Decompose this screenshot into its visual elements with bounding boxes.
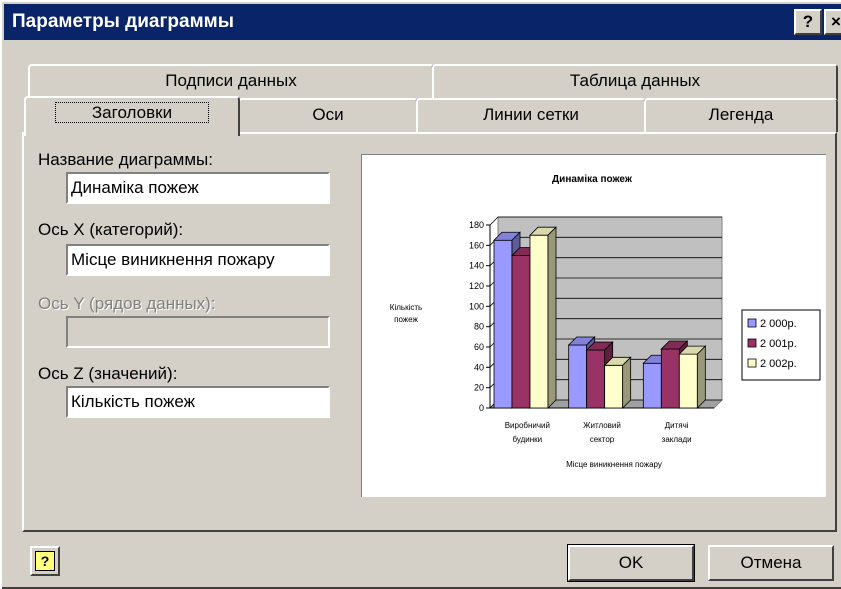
- bar-side: [622, 356, 632, 409]
- chart-preview: Динаміка пожеж 0 20 40 60 80 100 120 140 160 180 Кі…: [361, 154, 826, 497]
- tab-label: Оси: [312, 105, 344, 124]
- bar-side: [696, 345, 706, 409]
- bar: [511, 255, 531, 409]
- tab-gridlines[interactable]: Линии сетки: [416, 98, 646, 132]
- bar: [678, 353, 698, 409]
- y-tick-label: 160: [469, 240, 484, 250]
- tab-titles[interactable]: Заголовки: [24, 96, 240, 136]
- y-tick-label: 120: [469, 281, 484, 291]
- x-axis-label: Місце виникнення пожару: [566, 460, 662, 469]
- chart-title-label: Название диаграммы:: [38, 150, 213, 169]
- legend-swatch: [747, 338, 757, 348]
- y-tick-label: 20: [474, 383, 484, 393]
- legend-label: 2 001р.: [760, 338, 797, 350]
- legend-label: 2 002р.: [760, 358, 797, 370]
- x-axis-label: Ось X (категорий):: [38, 220, 184, 239]
- context-help-button[interactable]: ?: [30, 546, 60, 576]
- y-axis-label: Ось Y (рядов данных):: [38, 294, 216, 313]
- bar: [586, 349, 606, 409]
- bar: [642, 362, 662, 409]
- x-tick-label: Виробничий: [505, 421, 550, 430]
- tab-label: Заголовки: [54, 102, 210, 123]
- y-tick-label: 140: [469, 261, 484, 271]
- tab-legend[interactable]: Легенда: [644, 98, 838, 132]
- cancel-button[interactable]: Отмена: [708, 545, 834, 581]
- tab-data-table[interactable]: Таблица данных: [432, 64, 838, 100]
- bar: [604, 364, 624, 409]
- title-bar[interactable]: Параметры диаграммы ? ×: [4, 4, 841, 40]
- legend-swatch: [747, 318, 757, 328]
- y-tick-label: 100: [469, 301, 484, 311]
- close-button[interactable]: ×: [824, 9, 841, 35]
- bar: [493, 239, 513, 409]
- y-tick-label: 180: [469, 220, 484, 230]
- help-icon: ?: [35, 551, 55, 571]
- chart-title-field[interactable]: [66, 172, 330, 204]
- tab-panel-titles: Название диаграммы: Ось X (категорий): О…: [22, 132, 837, 532]
- y-tick-label: 0: [479, 403, 484, 413]
- z-axis-label: Ось Z (значений):: [38, 364, 178, 383]
- tab-label: Таблица данных: [569, 71, 701, 90]
- tab-label: Подписи данных: [165, 71, 297, 90]
- bar: [660, 348, 680, 409]
- y-tick-label: 80: [474, 322, 484, 332]
- y-axis-label-line1: Кількість: [390, 303, 422, 312]
- tab-label: Легенда: [708, 105, 774, 124]
- x-tick-label: заклади: [662, 435, 692, 444]
- x-axis-field[interactable]: [66, 244, 330, 276]
- legend-swatch: [747, 358, 757, 368]
- dialog-title: Параметры диаграммы: [12, 11, 234, 32]
- help-button[interactable]: ?: [794, 9, 822, 35]
- z-axis-field[interactable]: [66, 386, 330, 418]
- chart-title: Динаміка пожеж: [552, 174, 633, 185]
- chart-svg: Динаміка пожеж 0 20 40 60 80 100 120 140 160 180 Кі…: [390, 174, 821, 469]
- bar: [529, 234, 549, 409]
- tab-axes[interactable]: Оси: [238, 98, 418, 132]
- x-tick-label: сектор: [590, 435, 615, 444]
- x-tick-label: Дитячі: [665, 421, 689, 430]
- gridline-depth: [489, 216, 499, 226]
- legend-label: 2 000р.: [760, 318, 797, 330]
- x-tick-label: будинки: [512, 435, 542, 444]
- y-axis-label-line2: пожеж: [394, 315, 418, 324]
- x-tick-label: Житловий: [583, 421, 621, 430]
- chart-options-dialog: Параметры диаграммы ? × Подписи данных Т…: [0, 0, 841, 589]
- bar: [568, 344, 588, 409]
- bar-side: [547, 226, 557, 409]
- ok-button[interactable]: OK: [567, 544, 695, 582]
- y-axis-field: [66, 316, 330, 348]
- tab-label: Линии сетки: [483, 105, 579, 124]
- y-tick-label: 40: [474, 362, 484, 372]
- y-tick-label: 60: [474, 342, 484, 352]
- tab-data-labels[interactable]: Подписи данных: [28, 64, 434, 100]
